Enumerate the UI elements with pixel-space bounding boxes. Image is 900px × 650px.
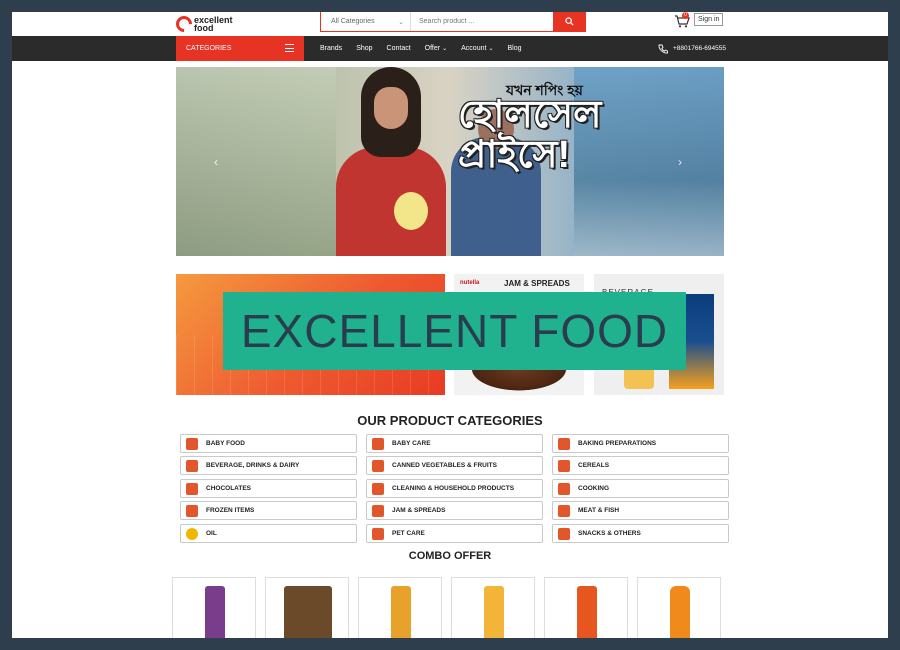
pet-care-icon <box>372 527 384 540</box>
top-header: excellent food All Categories ⌄ 0 Sign <box>12 12 888 36</box>
phone-number: +8801766-694555 <box>673 45 726 52</box>
chocolate-icon <box>186 482 198 495</box>
hero-headline: হোলসেল প্রাইসে! <box>458 94 602 176</box>
combo-product-card[interactable] <box>544 577 628 638</box>
cooking-icon <box>558 482 570 495</box>
categories-section-title: OUR PRODUCT CATEGORIES <box>357 413 543 428</box>
category-baby-care[interactable]: BABY CARE <box>366 434 543 453</box>
site-watermark: EXCELLENT FOOD <box>223 292 686 370</box>
category-cleaning[interactable]: CLEANING & HOUSEHOLD PRODUCTS <box>366 479 543 498</box>
product-image <box>205 586 225 638</box>
frozen-icon <box>186 504 198 517</box>
combo-product-card[interactable] <box>358 577 442 638</box>
jam-icon <box>372 504 384 517</box>
categories-menu-button[interactable]: CATEGORIES <box>176 36 304 61</box>
promo-title: JAM & SPREADS <box>504 279 570 288</box>
baking-icon <box>558 437 570 450</box>
combo-product-card[interactable] <box>172 577 256 638</box>
nav-link-contact[interactable]: Contact <box>387 45 411 52</box>
nav-links: Brands Shop Contact Offer ⌄ Account ⌄ Blog <box>320 36 535 61</box>
category-cereals[interactable]: CEREALS <box>552 456 729 475</box>
search-icon <box>564 17 574 26</box>
product-image <box>577 586 597 638</box>
categories-label: CATEGORIES <box>186 45 232 52</box>
hamburger-icon <box>285 44 294 52</box>
nav-link-blog[interactable]: Blog <box>507 45 521 52</box>
cereal-icon <box>558 459 570 472</box>
site-logo[interactable]: excellent food <box>172 12 233 36</box>
product-image <box>484 586 504 638</box>
combo-product-card[interactable] <box>451 577 535 638</box>
sign-in-button[interactable]: Sign in <box>694 13 724 26</box>
category-jam-spreads[interactable]: JAM & SPREADS <box>366 501 543 520</box>
nav-link-shop[interactable]: Shop <box>356 45 372 52</box>
phone-contact[interactable]: +8801766-694555 <box>658 36 726 61</box>
combo-product-card[interactable] <box>637 577 721 638</box>
category-chocolates[interactable]: CHOCOLATES <box>180 479 357 498</box>
chevron-left-icon[interactable]: ‹ <box>214 155 218 169</box>
combo-section-title: COMBO OFFER <box>408 550 492 562</box>
promo-brand-label: nutella <box>460 280 480 286</box>
browser-viewport: excellent food All Categories ⌄ 0 Sign <box>12 12 888 638</box>
meat-fish-icon <box>558 504 570 517</box>
category-select-value: All Categories <box>331 18 375 25</box>
nav-link-offer[interactable]: Offer ⌄ <box>425 45 447 52</box>
chevron-right-icon[interactable]: › <box>678 155 682 169</box>
category-baking-preparations[interactable]: BAKING PREPARATIONS <box>552 434 729 453</box>
product-image <box>284 586 332 638</box>
beverage-icon <box>186 459 198 472</box>
nav-link-brands[interactable]: Brands <box>320 45 342 52</box>
category-canned[interactable]: CANNED VEGETABLES & FRUITS <box>366 456 543 475</box>
search-button[interactable] <box>553 12 585 31</box>
logo-mark-icon <box>172 12 196 36</box>
hero-banner[interactable]: যখন শপিং হয় হোলসেল প্রাইসে! ‹ › <box>176 67 724 256</box>
search-bar: All Categories ⌄ <box>320 12 586 32</box>
category-baby-food[interactable]: BABY FOOD <box>180 434 357 453</box>
chevron-down-icon: ⌄ <box>398 19 404 26</box>
baby-food-icon <box>186 437 198 450</box>
product-image <box>670 586 690 638</box>
phone-icon <box>658 44 668 53</box>
baby-care-icon <box>372 437 384 450</box>
hero-model-image <box>316 67 456 256</box>
snacks-icon <box>558 527 570 540</box>
chevron-down-icon: ⌄ <box>488 46 494 52</box>
category-select[interactable]: All Categories ⌄ <box>321 12 411 31</box>
canned-food-icon <box>372 459 384 472</box>
combo-product-card[interactable] <box>265 577 349 638</box>
nav-link-account[interactable]: Account ⌄ <box>461 45 493 52</box>
category-snacks[interactable]: SNACKS & OTHERS <box>552 524 729 543</box>
main-navbar: CATEGORIES Brands Shop Contact Offer ⌄ Ac… <box>12 36 888 61</box>
category-pet-care[interactable]: PET CARE <box>366 524 543 543</box>
cleaning-icon <box>372 482 384 495</box>
category-cooking[interactable]: COOKING <box>552 479 729 498</box>
cart-count-badge: 0 <box>682 12 689 19</box>
product-image <box>391 586 411 638</box>
category-beverage[interactable]: BEVERAGE, DRINKS & DAIRY <box>180 456 357 475</box>
logo-text-line2: food <box>194 23 214 33</box>
category-meat-fish[interactable]: MEAT & FISH <box>552 501 729 520</box>
category-frozen-items[interactable]: FROZEN ITEMS <box>180 501 357 520</box>
chevron-down-icon: ⌄ <box>442 46 448 52</box>
oil-drop-icon <box>186 527 198 540</box>
category-oil[interactable]: OIL <box>180 524 357 543</box>
search-input[interactable] <box>411 12 553 31</box>
